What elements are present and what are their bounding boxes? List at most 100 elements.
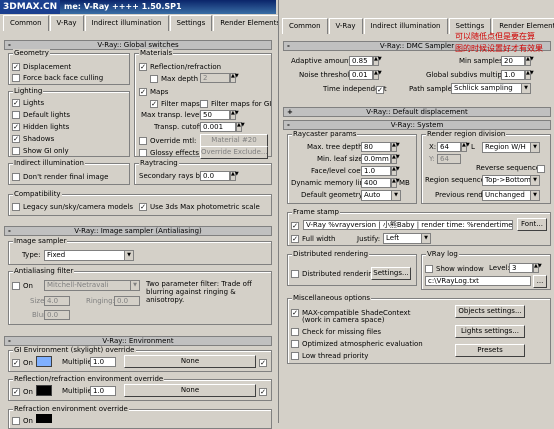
gi-multiplier-input[interactable]: 1.0	[90, 357, 116, 367]
size-input[interactable]: 4.0	[44, 296, 70, 306]
region-sequence-select[interactable]: Top->Bottom ▼	[482, 175, 540, 186]
max-depth-spinner[interactable]: ▲▼	[230, 73, 239, 83]
refr-color-swatch[interactable]	[36, 414, 52, 423]
tab-common[interactable]: Common	[282, 18, 328, 34]
tab-indirect[interactable]: Indirect illumination	[363, 18, 448, 34]
show-gi-checkbox[interactable]: Show GI only	[12, 146, 69, 155]
noise-input[interactable]: 0.01	[349, 70, 373, 80]
gi-map-button[interactable]: None	[124, 355, 256, 368]
distributed-settings-button[interactable]: Settings...	[371, 267, 411, 280]
log-level-input[interactable]: 3	[509, 263, 533, 273]
default-displacement-rollout[interactable]: + V-Ray:: Default displacement	[283, 107, 551, 117]
gi-env-on-checkbox[interactable]: ✓ On	[12, 358, 33, 367]
log-level-spinner[interactable]: ▲▼	[533, 263, 542, 273]
region-x-input[interactable]: 64	[437, 142, 461, 152]
distributed-checkbox[interactable]: Distributed rendering	[291, 269, 377, 278]
adaptive-input[interactable]: 0.85	[349, 56, 373, 66]
show-window-checkbox[interactable]: Show window	[425, 264, 484, 273]
displacement-checkbox[interactable]: ✓ Displacement	[12, 62, 71, 71]
refl-map-button[interactable]: None	[124, 384, 256, 397]
default-geometry-select[interactable]: Auto ▼	[361, 190, 401, 201]
check-missing-checkbox[interactable]: Check for missing files	[291, 327, 381, 336]
reverse-sequence-checkbox[interactable]	[537, 164, 548, 173]
aa-filter-select[interactable]: Mitchell-Netravali ▼	[44, 280, 140, 291]
min-leaf-spinner[interactable]: ▲▼	[391, 154, 400, 164]
override-exclude-button[interactable]: Override Exclude...	[200, 146, 268, 159]
refr-env-on-checkbox[interactable]: On	[12, 416, 33, 425]
tab-settings[interactable]: Settings	[169, 15, 213, 31]
mem-limit-spinner[interactable]: ▲▼	[391, 178, 400, 188]
legacy-checkbox[interactable]: Legacy sun/sky/camera models	[12, 202, 133, 211]
subdivs-input[interactable]: 1.0	[501, 70, 525, 80]
optimized-checkbox[interactable]: Optimized atmospheric evaluation	[291, 339, 423, 348]
gi-map-checkbox[interactable]: ✓	[259, 358, 270, 367]
lights-checkbox[interactable]: ✓ Lights	[12, 98, 44, 107]
region-x-spinner[interactable]: ▲▼	[461, 142, 470, 152]
region-wh-select[interactable]: Region W/H ▼	[482, 142, 540, 153]
hidden-lights-checkbox[interactable]: ✓ Hidden lights	[12, 122, 69, 131]
filter-gi-checkbox[interactable]: Filter maps for GI	[200, 99, 271, 108]
force-back-checkbox[interactable]: Force back face culling	[12, 73, 103, 82]
max-transp-input[interactable]: 50	[200, 110, 230, 120]
face-coef-spinner[interactable]: ▲▼	[391, 166, 400, 176]
log-browse-button[interactable]: ...	[533, 275, 547, 288]
aa-on-checkbox[interactable]: On	[12, 281, 33, 290]
region-y-input[interactable]: 64	[437, 154, 461, 164]
transp-cutoff-input[interactable]: 0.001	[200, 122, 236, 132]
time-independent-checkbox[interactable]: ✓	[376, 85, 387, 94]
image-sampler-rollout[interactable]: - V-Ray:: Image sampler (Antialiasing)	[4, 226, 272, 236]
maps-checkbox[interactable]: ✓ Maps	[139, 87, 168, 96]
filter-maps-checkbox[interactable]: ✓ Filter maps	[150, 99, 200, 108]
glossy-checkbox[interactable]: Glossy effects	[139, 148, 199, 157]
font-button[interactable]: Font...	[517, 218, 547, 231]
max-transp-spinner[interactable]: ▲▼	[230, 110, 239, 120]
transp-cutoff-spinner[interactable]: ▲▼	[236, 122, 245, 132]
frame-stamp-checkbox[interactable]: ✓	[291, 221, 302, 230]
min-samples-spinner[interactable]: ▲▼	[525, 56, 534, 66]
noise-spinner[interactable]: ▲▼	[373, 70, 382, 80]
ringing-input[interactable]: 0.0	[114, 296, 140, 306]
refl-color-swatch[interactable]	[36, 385, 52, 396]
dont-render-checkbox[interactable]: Don't render final image	[12, 172, 108, 181]
justify-select[interactable]: Left ▼	[383, 233, 431, 244]
objects-settings-button[interactable]: Objects settings...	[455, 305, 525, 318]
bias-input[interactable]: 0.0	[200, 171, 230, 181]
max-tree-input[interactable]: 80	[361, 142, 391, 152]
use3ds-checkbox[interactable]: ✓ Use 3ds Max photometric scale	[139, 202, 260, 211]
reflection-checkbox[interactable]: ✓ Reflection/refraction	[139, 62, 221, 71]
default-lights-checkbox[interactable]: Default lights	[12, 110, 70, 119]
max-depth-input[interactable]: 2	[200, 73, 230, 83]
lock-label[interactable]: L	[471, 143, 475, 152]
mem-limit-input[interactable]: 400	[361, 178, 391, 188]
max-tree-spinner[interactable]: ▲▼	[391, 142, 400, 152]
tab-vray[interactable]: V-Ray	[328, 18, 363, 34]
full-width-checkbox[interactable]: ✓ Full width	[291, 234, 336, 243]
system-rollout[interactable]: - V-Ray:: System	[283, 120, 551, 130]
tab-render-elements[interactable]: Render Elements	[213, 15, 287, 31]
frame-stamp-input[interactable]: V-Ray %vrayversion | 小熊Baby | render tim…	[303, 220, 513, 230]
min-samples-input[interactable]: 20	[501, 56, 525, 66]
bias-spinner[interactable]: ▲▼	[230, 171, 239, 181]
shadows-checkbox[interactable]: ✓ Shadows	[12, 134, 54, 143]
environment-rollout[interactable]: - V-Ray:: Environment	[4, 336, 272, 346]
max-depth-checkbox[interactable]: Max depth	[150, 74, 198, 83]
sampler-type-select[interactable]: Fixed ▼	[44, 250, 134, 261]
tab-indirect[interactable]: Indirect illumination	[84, 15, 169, 31]
presets-button[interactable]: Presets	[455, 344, 525, 357]
blur-input[interactable]: 0.0	[44, 310, 70, 320]
override-mtl-checkbox[interactable]: Override mtl:	[139, 136, 196, 145]
subdivs-spinner[interactable]: ▲▼	[525, 70, 534, 80]
gi-color-swatch[interactable]	[36, 356, 52, 367]
log-path-input[interactable]: c:\VRayLog.txt	[425, 276, 531, 286]
lights-settings-button[interactable]: Lights settings...	[455, 325, 525, 338]
face-coef-input[interactable]: 1.0	[361, 166, 391, 176]
refl-map-checkbox[interactable]: ✓	[259, 387, 270, 396]
previous-render-select[interactable]: Unchanged ▼	[482, 190, 540, 201]
refl-multiplier-input[interactable]: 1.0	[90, 386, 116, 396]
refl-env-on-checkbox[interactable]: ✓ On	[12, 387, 33, 396]
tab-vray[interactable]: V-Ray	[49, 15, 84, 31]
path-sampler-select[interactable]: Schlick sampling ▼	[451, 83, 531, 94]
tab-common[interactable]: Common	[3, 15, 49, 31]
adaptive-spinner[interactable]: ▲▼	[373, 56, 382, 66]
low-priority-checkbox[interactable]: Low thread priority	[291, 351, 368, 360]
